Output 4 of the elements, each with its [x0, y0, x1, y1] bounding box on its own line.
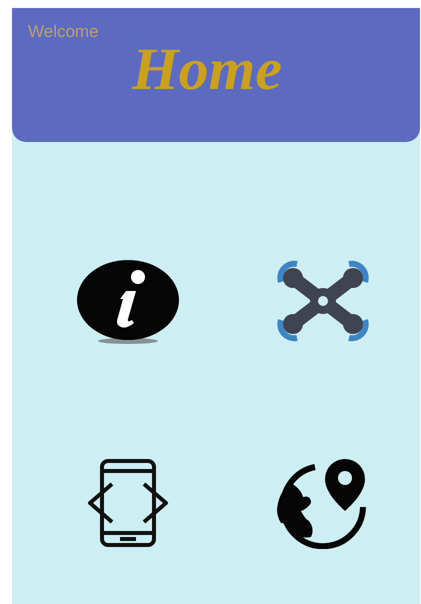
info-icon[interactable] — [76, 257, 180, 345]
mobile-code-icon[interactable] — [86, 458, 170, 548]
page-title: Home — [132, 36, 282, 102]
welcome-text: Welcome — [28, 22, 99, 42]
